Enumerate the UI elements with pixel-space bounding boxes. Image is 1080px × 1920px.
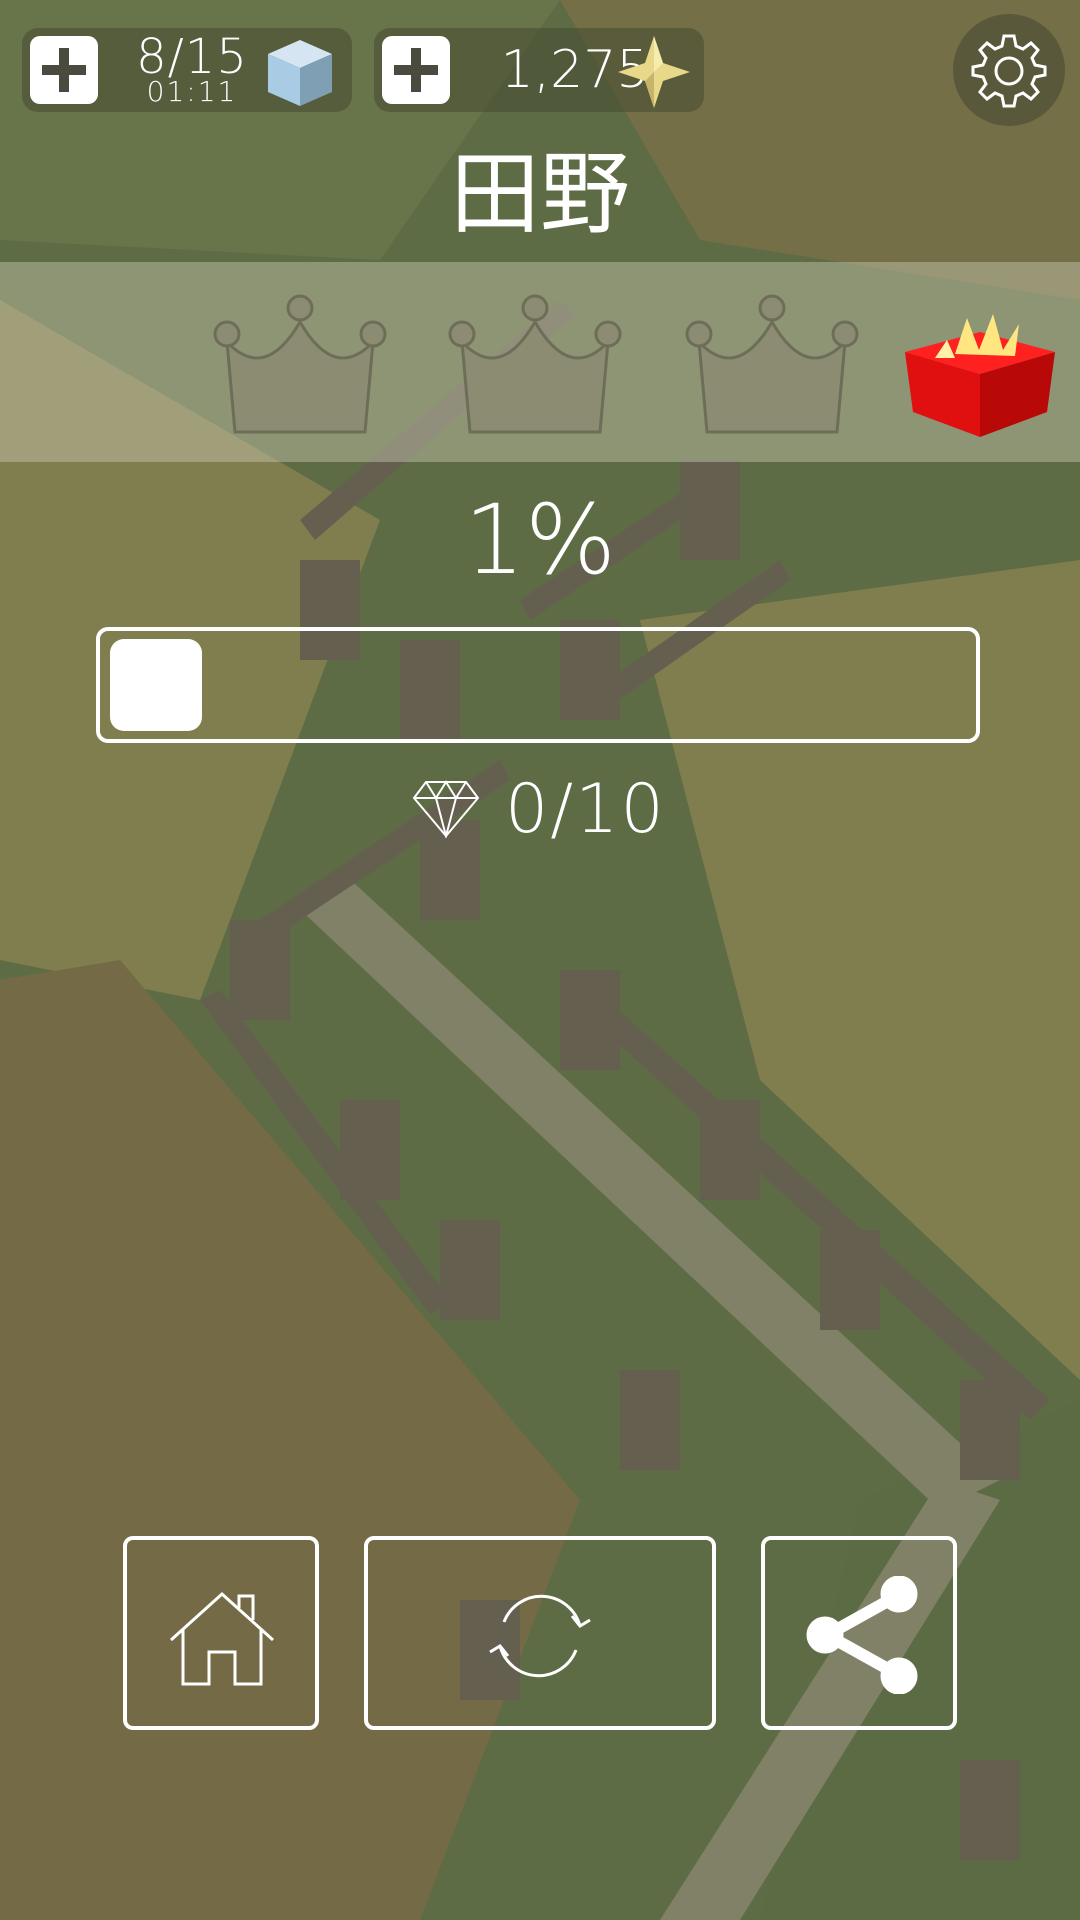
share-icon [806, 1576, 918, 1694]
crown-icon [213, 294, 387, 434]
add-lives-button[interactable] [30, 36, 98, 104]
coins-panel: 1,275 [374, 28, 704, 112]
progress-percent: 1% [463, 484, 617, 596]
gear-icon [971, 34, 1047, 108]
progress-bar [96, 627, 980, 743]
restart-button[interactable] [364, 1536, 716, 1730]
level-title: 田野 [450, 142, 630, 247]
gems-count: 0/10 [505, 770, 666, 849]
settings-button[interactable] [953, 14, 1065, 126]
diamond-icon [412, 780, 480, 838]
add-coins-button[interactable] [382, 36, 450, 104]
lives-timer: 01:11 [146, 75, 238, 108]
crown-icon [685, 294, 859, 434]
crown-icon [448, 294, 622, 434]
home-button[interactable] [123, 1536, 319, 1730]
gift-box-icon[interactable] [895, 312, 1065, 442]
home-icon [169, 1591, 275, 1686]
blue-cube-icon [268, 40, 332, 106]
gold-star-icon [618, 36, 690, 108]
share-button[interactable] [761, 1536, 957, 1730]
gems-counter: 0/10 [0, 770, 1080, 850]
lives-panel: 8/15 01:11 [22, 28, 352, 112]
restart-icon [489, 1594, 591, 1678]
progress-fill [110, 639, 202, 731]
